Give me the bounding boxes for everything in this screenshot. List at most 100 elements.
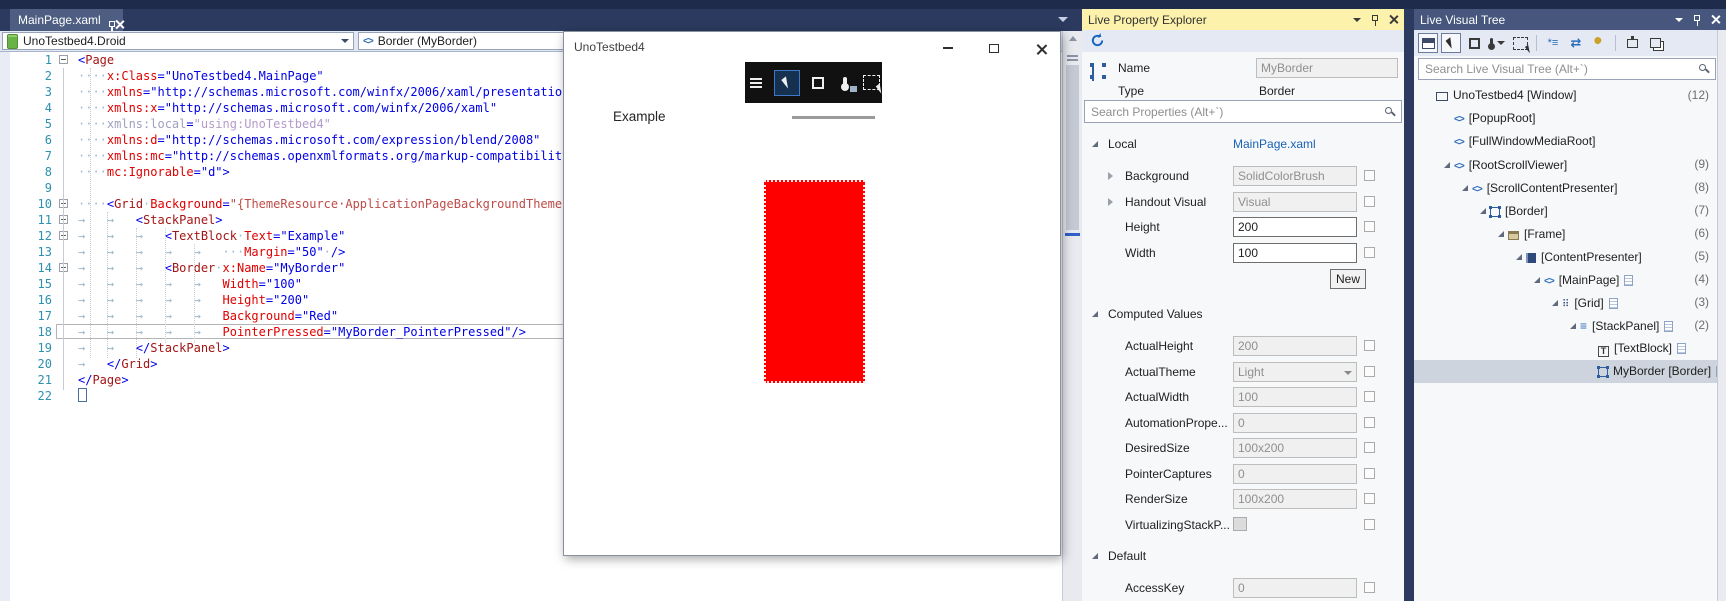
- property-value-field[interactable]: Visual: [1233, 191, 1357, 212]
- scrollbar-thumb[interactable]: [1066, 65, 1079, 230]
- property-checkbox[interactable]: [1233, 516, 1247, 531]
- theme-switcher-icon[interactable]: [836, 74, 857, 92]
- property-value-field[interactable]: 200: [1233, 217, 1357, 237]
- property-value-field[interactable]: 100x200: [1233, 438, 1357, 458]
- lvt-header[interactable]: Live Visual Tree: [1414, 9, 1726, 30]
- property-value-field[interactable]: Light: [1233, 361, 1357, 382]
- expanded-icon[interactable]: [1530, 268, 1544, 291]
- fold-collapse-icon[interactable]: [59, 55, 68, 64]
- scroll-up-icon[interactable]: [1069, 36, 1077, 41]
- tree-node-popuproot[interactable]: <> [PopupRoot]: [1414, 107, 1717, 130]
- tree-node-mainpage[interactable]: <> [MainPage] (4): [1414, 268, 1717, 291]
- tree-node-contentpresenter[interactable]: [ContentPresenter] (5): [1414, 245, 1717, 268]
- refresh-icon[interactable]: [1090, 33, 1105, 48]
- new-button[interactable]: New: [1330, 269, 1366, 289]
- refresh-tree-icon[interactable]: ⇄: [1566, 33, 1586, 53]
- name-field[interactable]: MyBorder: [1256, 58, 1398, 78]
- expanded-icon[interactable]: [1440, 153, 1454, 176]
- tab-mainpage-xaml[interactable]: MainPage.xaml: [10, 9, 123, 31]
- property-marker-box[interactable]: [1364, 467, 1375, 479]
- display-layout-adorners-icon[interactable]: [1464, 33, 1484, 53]
- lpe-search-input[interactable]: Search Properties (Alt+`): [1084, 100, 1402, 123]
- property-marker-box[interactable]: [1364, 416, 1375, 428]
- tree-node-stackpanel[interactable]: ≡ [StackPanel] (2): [1414, 314, 1717, 337]
- tree-node-rootscrollviewer[interactable]: <> [RootScrollViewer] (9): [1414, 153, 1717, 176]
- property-value-field[interactable]: 100x200: [1233, 489, 1357, 509]
- property-marker-box[interactable]: [1364, 340, 1375, 351]
- property-value-field[interactable]: 200: [1233, 336, 1357, 356]
- display-layout-adorners-icon[interactable]: [809, 74, 827, 92]
- minimize-button[interactable]: [938, 40, 958, 56]
- editor-vertical-scrollbar[interactable]: [1062, 31, 1082, 601]
- property-marker-box[interactable]: [1364, 221, 1375, 232]
- enable-selection-icon[interactable]: [773, 69, 800, 96]
- property-row: ActualWidth 100: [1082, 385, 1404, 411]
- property-marker-box[interactable]: [1364, 582, 1375, 593]
- property-marker-box[interactable]: [1364, 442, 1375, 453]
- tree-node-frame[interactable]: [Frame] (6): [1414, 222, 1717, 245]
- red-border-element[interactable]: [764, 180, 865, 383]
- property-marker-box[interactable]: [1364, 493, 1375, 504]
- close-button[interactable]: [1031, 40, 1051, 56]
- section-expanded-icon[interactable]: [1092, 311, 1098, 317]
- lvt-search-input[interactable]: Search Live Visual Tree (Alt+`): [1418, 58, 1716, 80]
- property-value-field[interactable]: 100: [1233, 242, 1357, 263]
- property-value-field[interactable]: 0: [1233, 412, 1357, 433]
- settings-wrench-icon[interactable]: [1589, 33, 1609, 53]
- window-position-icon[interactable]: [1353, 17, 1361, 22]
- toolbar-grip-handle[interactable]: [792, 116, 875, 119]
- section-expanded-icon[interactable]: [1092, 553, 1098, 559]
- track-focused-element-icon[interactable]: [863, 74, 886, 94]
- tree-node-border[interactable]: [Border] (7): [1414, 199, 1717, 222]
- project-dropdown[interactable]: UnoTestbed4.Droid: [2, 32, 354, 50]
- collapse-window-icon[interactable]: [1645, 33, 1665, 53]
- tree-node-unotestbed4-window[interactable]: UnoTestbed4 [Window] (12): [1414, 84, 1717, 107]
- expanded-icon[interactable]: [1512, 245, 1526, 268]
- property-marker-box[interactable]: [1364, 391, 1375, 402]
- enable-selection-icon[interactable]: [1441, 33, 1461, 53]
- property-value-field[interactable]: 0: [1233, 578, 1357, 598]
- dock-pane-icon[interactable]: [1418, 33, 1438, 53]
- property-section-default[interactable]: Default: [1082, 544, 1404, 570]
- theme-switcher-icon[interactable]: [1487, 33, 1507, 53]
- show-just-my-xaml-icon[interactable]: *≡: [1543, 33, 1563, 53]
- expand-icon[interactable]: [1108, 197, 1113, 206]
- property-section-computed-values[interactable]: Computed Values: [1082, 302, 1404, 328]
- property-value-field[interactable]: SolidColorBrush: [1233, 166, 1357, 186]
- expanded-icon[interactable]: [1548, 291, 1562, 314]
- lpe-header[interactable]: Live Property Explorer: [1082, 9, 1404, 30]
- property-marker-box[interactable]: [1364, 365, 1375, 377]
- close-icon[interactable]: [1711, 15, 1720, 24]
- tree-node-myborder-border[interactable]: MyBorder [Border]: [1414, 360, 1726, 383]
- lvt-scrollbar[interactable]: [1717, 30, 1726, 601]
- expanded-icon[interactable]: [1566, 314, 1580, 337]
- expanded-icon[interactable]: [1494, 222, 1508, 245]
- go-to-live-visual-tree-icon[interactable]: [747, 74, 765, 92]
- close-icon[interactable]: [1389, 15, 1398, 24]
- property-value-field[interactable]: 100: [1233, 387, 1357, 407]
- expand-icon[interactable]: [1108, 172, 1113, 180]
- pin-icon[interactable]: [1693, 14, 1701, 26]
- tree-node-fullwindowmediaroot[interactable]: <> [FullWindowMediaRoot]: [1414, 130, 1717, 153]
- property-marker-box[interactable]: [1364, 170, 1375, 181]
- section-expanded-icon[interactable]: [1092, 141, 1098, 147]
- app-textblock: Example: [613, 109, 666, 124]
- property-value-field[interactable]: 0: [1233, 463, 1357, 484]
- pin-icon[interactable]: [1371, 14, 1379, 26]
- property-marker-box[interactable]: [1364, 246, 1375, 258]
- maximize-button[interactable]: [984, 40, 1004, 56]
- tree-node-textblock[interactable]: T [TextBlock]: [1414, 337, 1717, 360]
- expanded-icon[interactable]: [1476, 199, 1490, 222]
- expand-window-icon[interactable]: [1622, 33, 1642, 53]
- track-focused-element-icon[interactable]: [1510, 33, 1533, 53]
- tab-list-dropdown-icon[interactable]: [1058, 17, 1068, 22]
- expanded-icon[interactable]: [1458, 176, 1472, 199]
- property-marker-box[interactable]: [1364, 518, 1375, 530]
- source-file-link[interactable]: MainPage.xaml: [1233, 137, 1316, 151]
- tree-node-scrollcontentpresenter[interactable]: <> [ScrollContentPresenter] (8): [1414, 176, 1717, 199]
- property-marker-box[interactable]: [1364, 195, 1375, 207]
- tree-node-grid[interactable]: ⠿ [Grid] (3): [1414, 291, 1717, 314]
- window-position-icon[interactable]: [1675, 17, 1683, 22]
- lvt-toolbar: *≡ ⇄: [1414, 30, 1726, 56]
- property-section-local[interactable]: Local MainPage.xaml: [1082, 132, 1404, 158]
